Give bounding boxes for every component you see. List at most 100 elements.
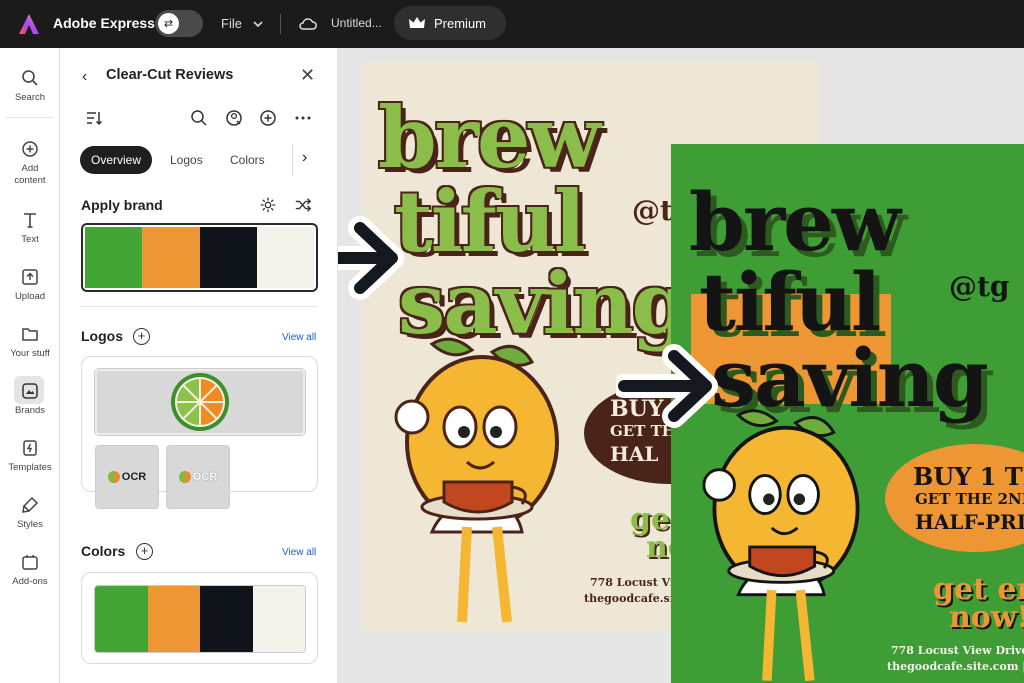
divider — [280, 14, 281, 34]
rail-label: Brands — [14, 405, 46, 416]
top-bar: Adobe Express ⇄ File Untitled... Premium — [0, 0, 1024, 48]
rail-item-add-content[interactable]: Add content — [0, 139, 60, 187]
offer-line1: BUY 1 TI — [913, 462, 1024, 491]
color-swatch — [85, 227, 143, 288]
rail-item-upload[interactable]: Upload — [0, 267, 60, 302]
offer-line3: HALF-PRI — [915, 510, 1024, 534]
tab-overview[interactable]: Overview — [80, 146, 153, 174]
rail-label: Your stuff — [10, 348, 50, 359]
headline-line1: brew — [689, 175, 901, 269]
logo-tile-small[interactable]: OCR — [166, 445, 230, 509]
templates-icon — [23, 440, 37, 456]
rail-label: Styles — [17, 519, 43, 530]
search-icon[interactable] — [189, 108, 209, 128]
brands-icon — [22, 383, 38, 399]
premium-label: Premium — [434, 15, 487, 31]
website-line: thegoodcafe.site.com | @s — [887, 660, 1024, 673]
color-swatch — [142, 227, 200, 288]
text-icon — [24, 213, 36, 228]
rail-item-text[interactable]: Text — [0, 210, 60, 245]
color-swatch — [199, 227, 257, 288]
colors-heading: Colors — [81, 543, 126, 559]
canvas-area: brew tiful saving @t BUY GET TH HAL get … — [338, 48, 1024, 683]
cta-line2: now! — [949, 600, 1024, 635]
brand-settings-icon[interactable] — [224, 108, 244, 128]
headline-line2: tiful — [699, 255, 881, 349]
tab-colors[interactable]: Colors — [219, 146, 276, 174]
citrus-mark-icon — [178, 471, 191, 483]
add-icon[interactable] — [258, 108, 278, 128]
chevron-right-icon[interactable]: › — [302, 149, 307, 167]
rail-item-search[interactable]: Search — [0, 68, 60, 103]
rail-divider — [6, 117, 54, 118]
document-title[interactable]: Untitled... — [331, 16, 382, 30]
back-arrow-icon[interactable]: ‹ — [82, 68, 87, 86]
colors-card — [81, 572, 318, 664]
logos-view-all-link[interactable]: View all — [282, 332, 316, 343]
add-color-icon[interactable]: + — [136, 543, 153, 560]
upload-icon — [22, 269, 38, 285]
lemon-mascot-illustration — [394, 337, 559, 623]
brand-panel: ‹ Clear-Cut Reviews ✕ Overview Logos Col… — [60, 48, 338, 683]
close-icon[interactable]: ✕ — [300, 65, 315, 86]
color-swatch — [200, 586, 253, 652]
rail-label: Templates — [8, 462, 52, 473]
premium-button[interactable]: Premium — [394, 6, 506, 40]
panel-title: Clear-Cut Reviews — [106, 67, 234, 83]
logos-card: OCR OCR — [81, 356, 318, 509]
add-icon — [22, 141, 38, 157]
offer-line3: HAL — [610, 442, 659, 466]
color-swatch — [252, 586, 305, 652]
logos-heading: Logos — [81, 328, 123, 344]
mode-toggle[interactable]: ⇄ — [155, 10, 203, 37]
logo-tile-primary[interactable] — [94, 368, 306, 436]
rail-item-brands[interactable]: Brands — [0, 381, 60, 416]
color-palette[interactable] — [94, 585, 306, 653]
rail-item-templates[interactable]: Templates — [0, 438, 60, 473]
styles-icon — [22, 496, 39, 513]
lemon-mascot-illustration — [702, 409, 860, 682]
chevron-down-icon — [253, 20, 263, 27]
folder-icon — [22, 328, 38, 341]
addons-icon — [22, 555, 38, 570]
app-name: Adobe Express — [53, 15, 155, 31]
more-options-icon[interactable] — [293, 108, 313, 128]
logo-wordmark: OCR — [121, 471, 147, 483]
cloud-sync-icon[interactable] — [298, 14, 318, 34]
color-swatch — [256, 227, 314, 288]
gear-icon[interactable] — [259, 196, 277, 214]
rail-item-your-stuff[interactable]: Your stuff — [0, 324, 60, 359]
poster-branded[interactable]: brew tiful saving @tg BUY 1 TI GET THE 2… — [671, 144, 1024, 683]
colors-view-all-link[interactable]: View all — [282, 547, 316, 558]
rail-label: Text — [21, 234, 39, 245]
color-swatch — [147, 586, 200, 652]
apply-brand-swatch[interactable] — [81, 223, 318, 292]
section-divider — [80, 306, 318, 307]
offer-line2: GET THE 2ND — [915, 490, 1024, 508]
add-logo-icon[interactable]: + — [133, 328, 150, 345]
apply-brand-heading: Apply brand — [81, 197, 163, 213]
rail-label: Search — [14, 92, 46, 103]
citrus-mark-icon — [107, 471, 120, 483]
tab-logos[interactable]: Logos — [159, 146, 214, 174]
citrus-logo-icon — [171, 373, 229, 431]
shuffle-icon[interactable] — [294, 196, 312, 214]
address-line: 778 Locust View Drive Oa — [891, 644, 1024, 657]
rail-label: Upload — [14, 291, 46, 302]
rail-label: Add content — [14, 163, 46, 186]
rail-item-add-ons[interactable]: Add-ons — [0, 552, 60, 587]
file-menu[interactable]: File — [221, 16, 264, 31]
color-swatch — [95, 586, 148, 652]
rail-label: Add-ons — [12, 576, 48, 587]
adobe-express-logo-icon[interactable] — [17, 12, 41, 36]
search-icon — [22, 70, 38, 86]
arrow-right-icon — [616, 344, 718, 428]
social-handle: @t — [632, 194, 673, 227]
social-handle: @tg — [949, 270, 1010, 303]
headline-line1: brew — [378, 88, 601, 187]
arrow-right-icon — [338, 216, 404, 300]
rail-item-styles[interactable]: Styles — [0, 495, 60, 530]
headline-line2: tiful — [394, 172, 586, 271]
logo-tile-small[interactable]: OCR — [95, 445, 159, 509]
sort-icon[interactable] — [84, 108, 104, 128]
